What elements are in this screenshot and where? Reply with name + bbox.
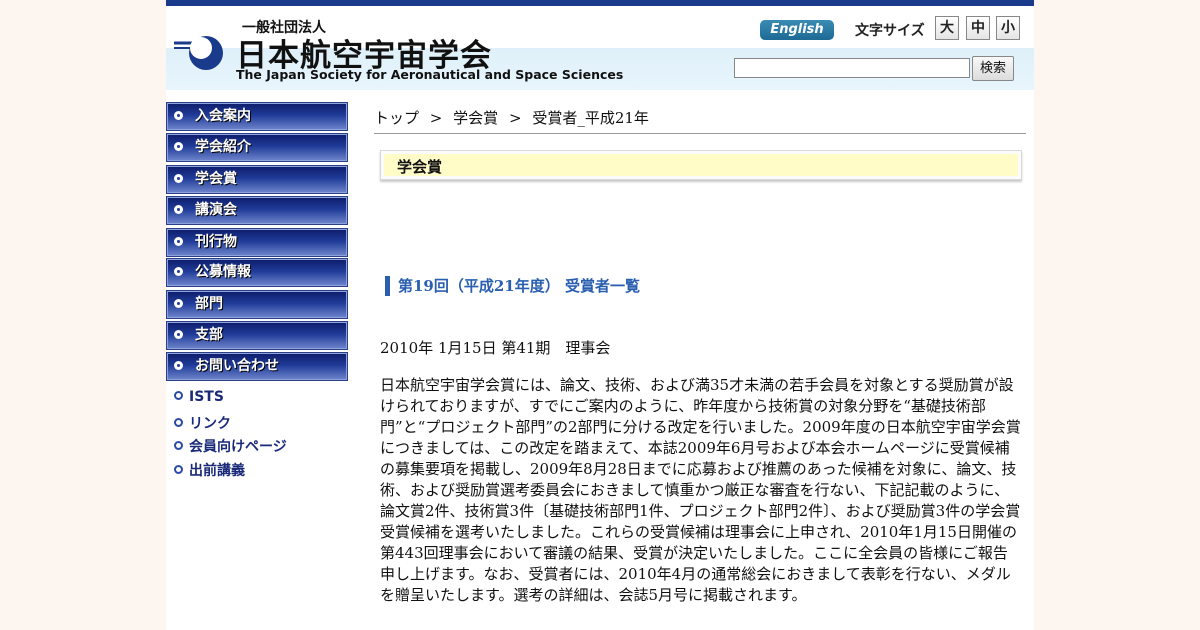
sidebar-item-label: 入会案内 bbox=[195, 108, 251, 124]
bullet-icon bbox=[174, 205, 183, 214]
search-button[interactable]: 検索 bbox=[972, 56, 1014, 81]
org-name-en: The Japan Society for Aeronautical and S… bbox=[236, 67, 624, 82]
breadcrumb-current: 受賞者_平成21年 bbox=[532, 109, 649, 127]
sidebar-item-label: 公募情報 bbox=[195, 264, 251, 280]
site-header: 一般社団法人 日本航空宇宙学会 The Japan Society for Ae… bbox=[166, 6, 1034, 90]
sidebar-link-members[interactable]: 会員向けページ bbox=[174, 436, 287, 456]
bullet-icon bbox=[174, 440, 183, 450]
sidebar-link-ists[interactable]: ISTS bbox=[174, 389, 224, 405]
date-line: 2010年 1月15日 第41期 理事会 bbox=[380, 339, 611, 357]
bullet-icon bbox=[174, 417, 183, 427]
bullet-icon bbox=[174, 142, 183, 151]
bullet-icon bbox=[174, 299, 183, 308]
subheading: 第19回（平成21年度） 受賞者一覧 bbox=[385, 276, 640, 296]
sidebar-link-outreach[interactable]: 出前講義 bbox=[174, 460, 245, 480]
sidebar-link-label: 会員向けページ bbox=[189, 439, 287, 455]
english-button[interactable]: English bbox=[760, 20, 834, 40]
bullet-icon bbox=[174, 237, 183, 246]
bullet-icon bbox=[174, 111, 183, 120]
bullet-icon bbox=[174, 464, 183, 474]
sidebar-item-label: 講演会 bbox=[195, 202, 237, 218]
font-size-label: 文字サイズ bbox=[855, 23, 925, 39]
sidebar-link-label: 出前講義 bbox=[189, 463, 245, 479]
sidebar-link-links[interactable]: リンク bbox=[174, 413, 231, 433]
bullet-icon bbox=[174, 267, 183, 276]
jsass-logo-icon[interactable] bbox=[172, 31, 228, 75]
page: 一般社団法人 日本航空宇宙学会 The Japan Society for Ae… bbox=[166, 0, 1034, 630]
sidebar-item-lectures[interactable]: 講演会 bbox=[166, 196, 348, 225]
body-paragraph: 日本航空宇宙学会賞には、論文、技術、および満35才未満の若手会員を対象とする奨励… bbox=[380, 376, 1021, 604]
bullet-icon bbox=[174, 174, 183, 183]
sidebar-item-label: お問い合わせ bbox=[195, 358, 279, 374]
section-title-box: 学会賞 bbox=[380, 150, 1022, 180]
sidebar-item-label: 部門 bbox=[195, 296, 223, 312]
sidebar-item-awards[interactable]: 学会賞 bbox=[166, 165, 348, 194]
sidebar-link-label: ISTS bbox=[189, 389, 224, 405]
sidebar-item-label: 学会紹介 bbox=[195, 139, 251, 155]
sidebar-item-publications[interactable]: 刊行物 bbox=[166, 228, 348, 257]
sidebar-item-divisions[interactable]: 部門 bbox=[166, 290, 348, 319]
sidebar-item-label: 学会賞 bbox=[195, 171, 237, 187]
bullet-icon bbox=[174, 330, 183, 339]
breadcrumb-separator: > bbox=[429, 109, 443, 127]
section-title: 学会賞 bbox=[397, 158, 443, 176]
bullet-icon bbox=[174, 361, 183, 370]
sidebar-item-label: 支部 bbox=[195, 327, 223, 343]
sidebar-item-recruitment[interactable]: 公募情報 bbox=[166, 258, 348, 287]
breadcrumb-awards[interactable]: 学会賞 bbox=[453, 109, 498, 127]
bullet-icon bbox=[174, 390, 183, 400]
breadcrumb-separator: > bbox=[508, 109, 522, 127]
font-size-small-button[interactable]: 小 bbox=[996, 16, 1020, 40]
sidebar-item-about[interactable]: 学会紹介 bbox=[166, 133, 348, 162]
breadcrumb-top[interactable]: トップ bbox=[374, 109, 419, 127]
sidebar-item-branches[interactable]: 支部 bbox=[166, 321, 348, 350]
search-input[interactable] bbox=[734, 58, 970, 78]
sidebar-item-label: 刊行物 bbox=[195, 234, 237, 250]
breadcrumb: トップ > 学会賞 > 受賞者_平成21年 bbox=[374, 107, 1026, 134]
font-size-large-button[interactable]: 大 bbox=[935, 16, 959, 40]
sidebar-item-contact[interactable]: お問い合わせ bbox=[166, 352, 348, 381]
sidebar-link-label: リンク bbox=[189, 416, 231, 432]
font-size-medium-button[interactable]: 中 bbox=[966, 16, 990, 40]
sidebar-item-membership[interactable]: 入会案内 bbox=[166, 102, 348, 131]
